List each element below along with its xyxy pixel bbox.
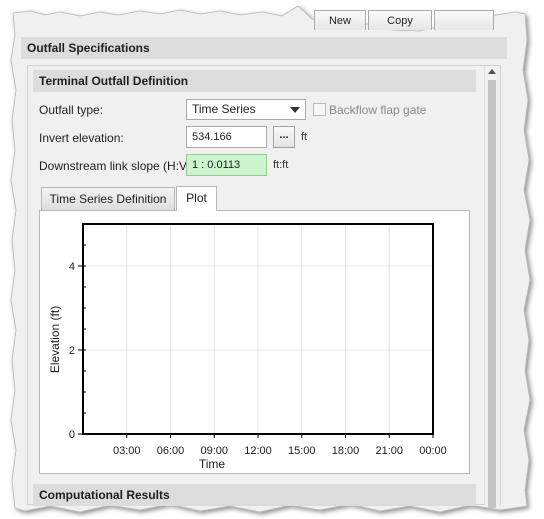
x-axis-label: Time [199,457,226,471]
y-tick-label: 0 [69,429,75,441]
new-button[interactable]: New [314,10,366,30]
invert-elevation-label: Invert elevation: [39,131,124,145]
invert-elevation-value: 534.166 [192,131,232,143]
scroll-up-arrow-icon[interactable] [488,69,496,74]
downstream-link-slope-field: 1 : 0.0113 [186,154,267,176]
x-tick-label: 15:00 [288,445,316,457]
tab-plot[interactable]: Plot [176,186,217,211]
x-tick-label: 18:00 [332,445,360,457]
tab-plot-label: Plot [186,191,207,205]
chevron-down-icon [290,107,300,113]
backflow-flap-gate-label: Backflow flap gate [329,103,427,117]
new-button-label: New [328,15,351,27]
invert-elevation-browse-button[interactable]: ... [273,126,295,148]
copy-button[interactable]: Copy [368,10,432,30]
x-tick-label: 00:00 [419,445,447,457]
outfall-type-value: Time Series [192,102,256,116]
downstream-link-slope-value: 1 : 0.0113 [192,159,241,171]
backflow-flap-gate-checkbox[interactable] [313,103,326,116]
terminal-outfall-header: Terminal Outfall Definition [33,70,476,92]
downstream-link-slope-label: Downstream link slope (H:V): [39,159,195,173]
y-tick-label: 2 [69,345,75,357]
x-tick-label: 21:00 [375,445,403,457]
x-tick-label: 06:00 [157,445,185,457]
y-axis-label: Elevation (ft) [48,306,62,373]
y-tick-label: 4 [69,261,75,273]
computational-results-title: Computational Results [39,488,170,502]
outfall-type-label: Outfall type: [39,103,104,117]
scrollbar-thumb[interactable] [488,80,496,508]
outfall-specifications-header: Outfall Specifications [21,37,507,59]
x-tick-label: 03:00 [113,445,141,457]
invert-elevation-input[interactable]: 534.166 [186,126,267,148]
outfall-type-select[interactable]: Time Series [186,99,306,120]
invert-elevation-unit: ft [301,131,308,143]
computational-results-header: Computational Results [33,484,476,506]
tab-time-series-definition[interactable]: Time Series Definition [41,187,175,211]
tab-time-series-definition-label: Time Series Definition [49,192,167,206]
elevation-time-chart: 0 2 4 03:00 06:00 09:00 12:00 15:00 18:00 21:00 00… [48,223,447,471]
ellipsis-icon: ... [279,129,289,141]
outfall-specifications-title: Outfall Specifications [27,41,150,55]
x-tick-label: 09:00 [200,445,228,457]
downstream-link-slope-unit: ft:ft [273,159,289,171]
x-tick-label: 12:00 [244,445,272,457]
terminal-outfall-title: Terminal Outfall Definition [39,74,189,88]
copy-button-label: Copy [387,15,413,27]
toolbar-button-partial[interactable] [434,10,494,30]
